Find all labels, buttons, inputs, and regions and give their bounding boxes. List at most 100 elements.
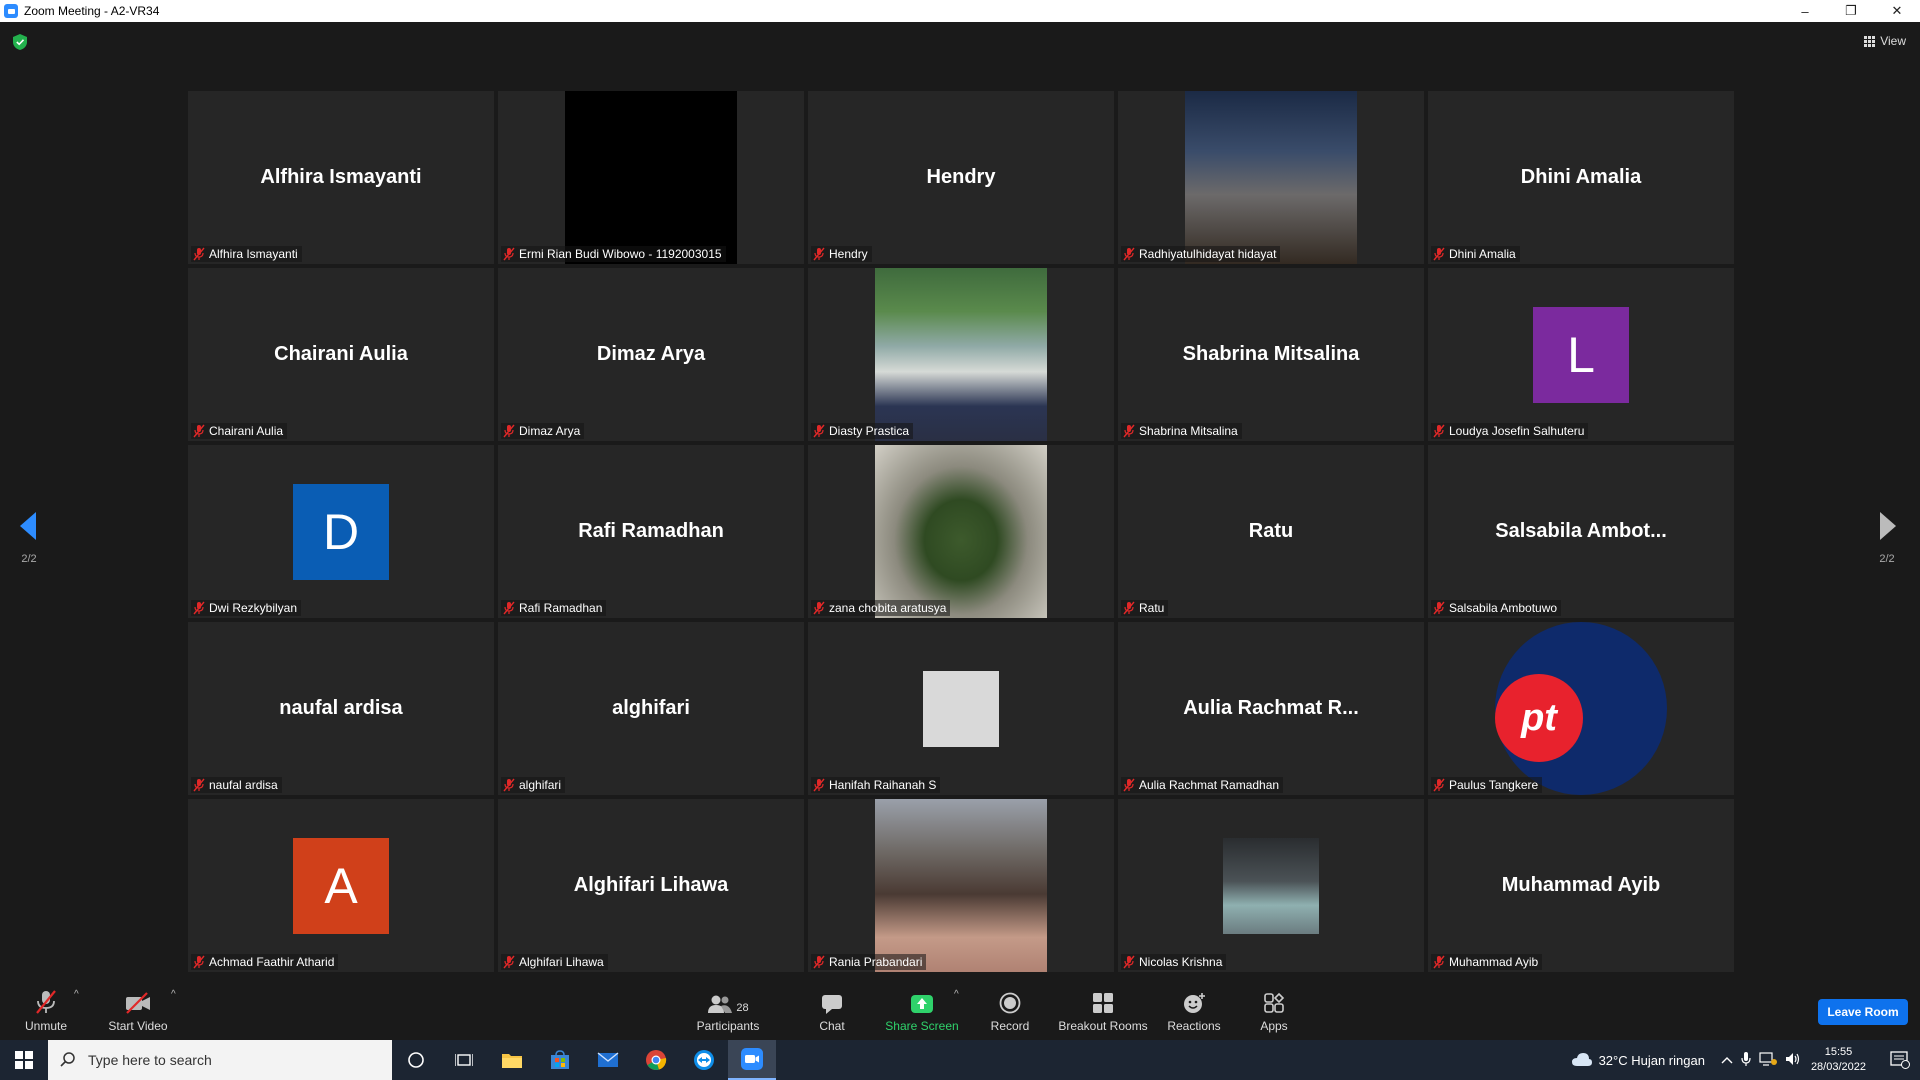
participant-name: Rania Prabandari [829,955,923,969]
notification-icon [1890,1051,1910,1069]
microphone-icon[interactable] [1741,1051,1751,1070]
zoom-app-icon [4,4,18,18]
windows-logo-icon [15,1051,33,1069]
share-screen-button[interactable]: Share Screen [884,977,960,1040]
audio-options-caret-icon[interactable]: ^ [74,989,79,1000]
participant-tile[interactable]: naufal ardisa naufal ardisa [188,622,494,795]
record-icon [999,992,1021,1014]
participant-tile[interactable]: Ratu Ratu [1118,445,1424,618]
participant-name: Dwi Rezkybilyan [209,601,298,615]
participant-tile[interactable]: Radhiyatulhidayat hidayat [1118,91,1424,264]
participant-display-name: Alghifari Lihawa [573,874,729,896]
participant-tile[interactable]: alghifari alghifari [498,622,804,795]
participant-tile[interactable]: Muhammad Ayib Muhammad Ayib [1428,799,1734,972]
speaker-icon[interactable] [1785,1052,1801,1069]
task-view-button[interactable] [440,1040,488,1080]
start-video-button[interactable]: Start Video [106,977,170,1040]
next-page-button[interactable]: 2/2 [1872,512,1902,565]
reactions-button[interactable]: Reactions [1166,977,1222,1040]
participant-name: Hanifah Raihanah S [829,778,937,792]
video-options-caret-icon[interactable]: ^ [171,989,176,1000]
notification-center-button[interactable] [1880,1040,1920,1080]
meeting-area: View 2/2 2/2 Alfhira Ismayanti Alfhira I… [0,22,1920,977]
network-icon[interactable] [1759,1051,1777,1069]
chrome-icon [646,1050,667,1070]
share-screen-label: Share Screen [885,1019,959,1033]
participant-tile[interactable]: Dhini Amalia Dhini Amalia [1428,91,1734,264]
arrow-left-icon [20,512,36,540]
participant-profile-picture [1223,837,1319,934]
participant-tile[interactable]: Rafi Ramadhan Rafi Ramadhan [498,445,804,618]
participant-tile[interactable]: pt Paulus Tangkere [1428,622,1734,795]
apps-button[interactable]: Apps [1254,977,1294,1040]
chevron-up-icon[interactable] [1721,1053,1733,1067]
muted-mic-icon [813,778,825,792]
participant-name: Paulus Tangkere [1449,778,1539,792]
participant-name: Ermi Rian Budi Wibowo - 1192003015 [519,247,722,261]
participant-display-name: alghifari [612,697,690,719]
participant-tile[interactable]: D Dwi Rezkybilyan [188,445,494,618]
participant-label: Salsabila Ambotuwo [1431,600,1562,616]
participant-tile[interactable]: Hendry Hendry [808,91,1114,264]
chat-label: Chat [819,1019,845,1033]
share-options-caret-icon[interactable]: ^ [954,989,959,1000]
muted-mic-icon [1123,424,1135,438]
participant-tile[interactable]: zana chobita aratusya [808,445,1114,618]
participant-tile[interactable]: L Loudya Josefin Salhuteru [1428,268,1734,441]
search-icon [60,1052,75,1067]
participant-tile[interactable]: Chairani Aulia Chairani Aulia [188,268,494,441]
minimize-button[interactable]: – [1782,0,1828,22]
participant-label: Achmad Faathir Atharid [191,954,339,970]
breakout-rooms-button[interactable]: Breakout Rooms [1058,977,1148,1040]
taskbar-clock[interactable]: 15:55 28/03/2022 [1811,1045,1866,1075]
windows-taskbar: Type here to search 32°C Hujan ringan 15… [0,1040,1920,1080]
pt-logo-icon: pt [1495,674,1583,762]
participant-label: alghifari [501,777,566,793]
participants-button[interactable]: 28 Participants [692,977,764,1040]
view-button[interactable]: View [1864,34,1906,48]
participant-tile[interactable]: Hanifah Raihanah S [808,622,1114,795]
participant-tile[interactable]: Aulia Rachmat R... Aulia Rachmat Ramadha… [1118,622,1424,795]
participant-label: Chairani Aulia [191,423,288,439]
record-button[interactable]: Record [984,977,1036,1040]
previous-page-button[interactable]: 2/2 [14,512,44,565]
file-explorer-button[interactable] [488,1040,536,1080]
participant-tile[interactable]: Salsabila Ambot... Salsabila Ambotuwo [1428,445,1734,618]
participant-label: naufal ardisa [191,777,282,793]
windows-start-button[interactable] [0,1040,48,1080]
unmute-button[interactable]: Unmute [18,977,74,1040]
cortana-button[interactable] [392,1040,440,1080]
participant-display-name: Shabrina Mitsalina [1182,343,1360,365]
participant-tile[interactable]: Rania Prabandari [808,799,1114,972]
zoom-taskbar-button[interactable] [728,1040,776,1080]
microsoft-store-button[interactable] [536,1040,584,1080]
restore-button[interactable]: ❐ [1828,0,1874,22]
tray-icons [1721,1051,1801,1070]
participant-tile[interactable]: Alfhira Ismayanti Alfhira Ismayanti [188,91,494,264]
close-button[interactable]: ✕ [1874,0,1920,22]
participant-label: Hanifah Raihanah S [811,777,941,793]
participant-label: Loudya Josefin Salhuteru [1431,423,1589,439]
mail-button[interactable] [584,1040,632,1080]
taskbar-search-box[interactable]: Type here to search [48,1040,392,1080]
participant-label: Alfhira Ismayanti [191,246,302,262]
mail-envelope-icon [597,1052,619,1067]
teamviewer-button[interactable] [680,1040,728,1080]
participant-display-name: Dimaz Arya [596,343,706,365]
weather-widget[interactable]: 32°C Hujan ringan [1571,1052,1705,1068]
security-shield-icon[interactable] [13,34,27,50]
smiley-icon [1182,992,1206,1014]
participant-tile[interactable]: Shabrina Mitsalina Shabrina Mitsalina [1118,268,1424,441]
participant-tile[interactable]: Ermi Rian Budi Wibowo - 1192003015 [498,91,804,264]
participant-video [1185,91,1357,264]
participant-tile[interactable]: Nicolas Krishna [1118,799,1424,972]
chrome-button[interactable] [632,1040,680,1080]
participant-tile[interactable]: Dimaz Arya Dimaz Arya [498,268,804,441]
leave-room-button[interactable]: Leave Room [1818,999,1908,1025]
weather-text: 32°C Hujan ringan [1598,1052,1705,1068]
chat-button[interactable]: Chat [812,977,852,1040]
participant-tile[interactable]: A Achmad Faathir Atharid [188,799,494,972]
participant-tile[interactable]: Alghifari Lihawa Alghifari Lihawa [498,799,804,972]
muted-mic-icon [503,955,515,969]
participant-tile[interactable]: Diasty Prastica [808,268,1114,441]
